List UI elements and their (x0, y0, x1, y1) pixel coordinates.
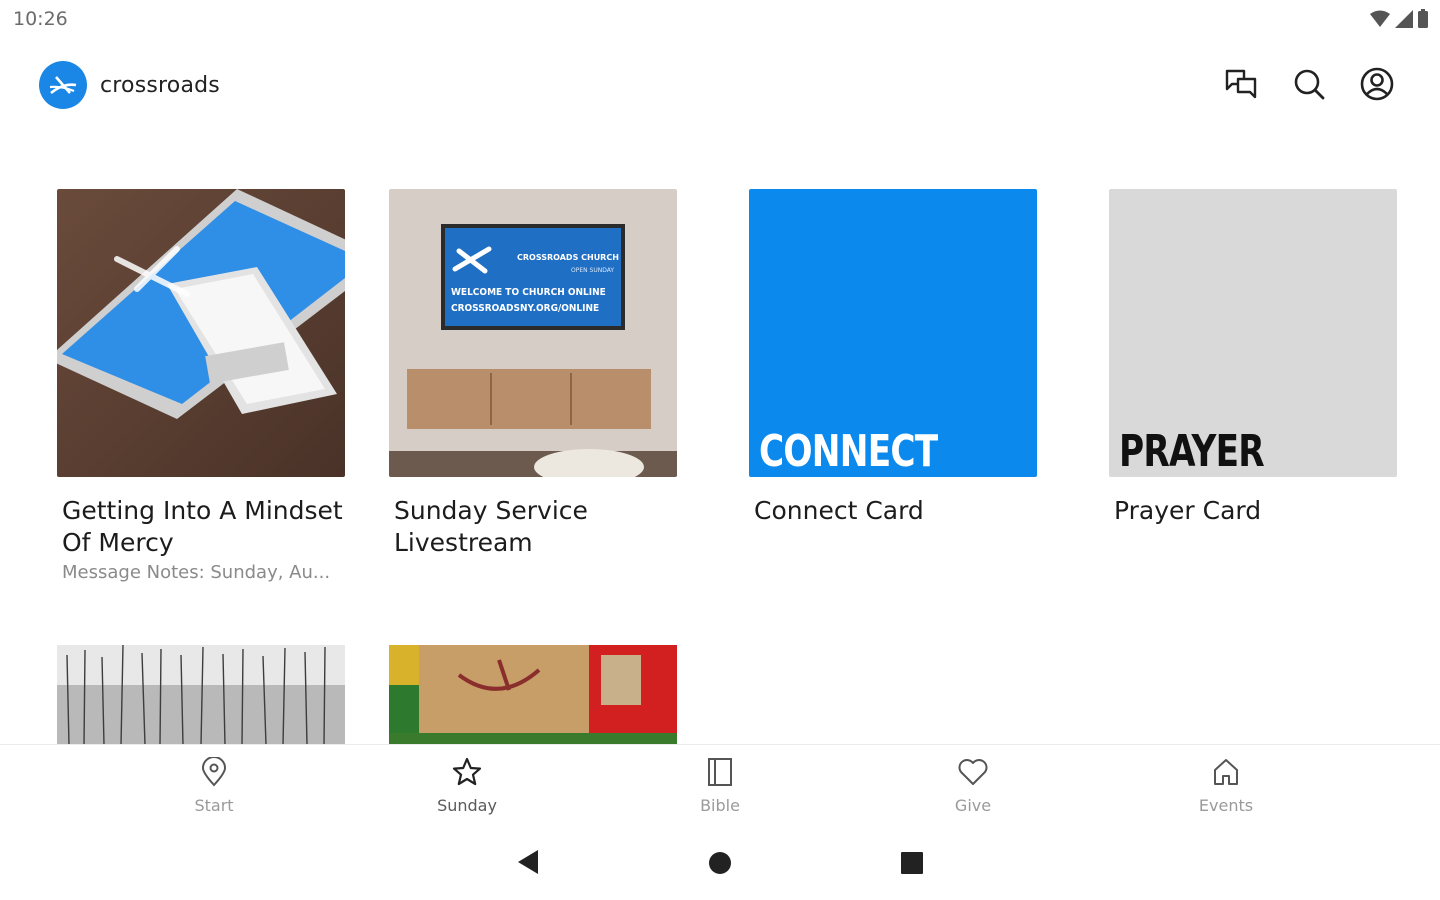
search-button[interactable] (1290, 65, 1328, 103)
bottom-navigation: Start Sunday Bible Give Events (0, 744, 1440, 837)
card-title: Getting Into A Mindset Of Mercy (62, 496, 343, 557)
wooden-blocks-image (389, 645, 677, 745)
card-thumbnail: CROSSROADS CHURCH OPEN SUNDAY WELCOME TO… (389, 189, 677, 477)
crossroads-logo[interactable] (39, 61, 87, 109)
content-card-prayer[interactable]: PRAYER Prayer Card (1109, 189, 1397, 527)
signal-icon (1395, 9, 1413, 28)
battery-icon (1418, 9, 1428, 28)
home-icon (1214, 759, 1238, 785)
star-icon (452, 757, 482, 786)
system-navigation (0, 836, 1440, 900)
livestream-tv-image (389, 224, 677, 477)
book-icon (708, 758, 732, 786)
account-circle-icon (1360, 67, 1394, 101)
tv-brand-text: CROSSROADS CHURCH (517, 253, 619, 262)
content-card-mindset-of-mercy[interactable]: Getting Into A Mindset Of Mercy Message … (57, 189, 345, 583)
nav-tab-bible[interactable]: Bible (660, 757, 780, 815)
card-title: Prayer Card (1114, 496, 1262, 525)
content-card-winter-trees[interactable] (57, 645, 345, 745)
messages-button[interactable] (1222, 65, 1260, 103)
brand-name: crossroads (100, 73, 220, 98)
winter-trees-image (57, 645, 345, 745)
recents-icon[interactable] (901, 852, 923, 874)
nav-label: Give (954, 796, 992, 815)
wifi-icon (1370, 10, 1390, 27)
tv-tagline-text: OPEN SUNDAY (571, 267, 615, 274)
chat-icon (1225, 69, 1257, 99)
nav-label: Sunday (437, 796, 497, 815)
profile-button[interactable] (1358, 65, 1396, 103)
tablet-phone-image (57, 189, 345, 419)
nav-label: Start (194, 796, 234, 815)
map-pin-icon (201, 756, 227, 787)
cover-word: PRAYER (1119, 426, 1265, 477)
status-time: 10:26 (13, 8, 68, 30)
nav-label: Bible (700, 796, 740, 815)
card-thumbnail (57, 189, 345, 477)
status-bar: 10:26 (0, 0, 1440, 38)
nav-tab-sunday[interactable]: Sunday (407, 757, 527, 815)
search-icon (1294, 69, 1325, 100)
card-subtitle: Message Notes: Sunday, Au... (62, 562, 331, 583)
status-icons (1370, 9, 1428, 28)
tv-url-text: CROSSROADSNY.ORG/ONLINE (451, 303, 600, 314)
cover-word: CONNECT (759, 426, 938, 477)
app-header: crossroads (0, 55, 1440, 117)
nav-tab-give[interactable]: Give (913, 757, 1033, 815)
heart-icon (958, 759, 988, 785)
nav-label: Events (1198, 796, 1254, 815)
content-card-connect[interactable]: CONNECT Connect Card (749, 189, 1037, 527)
content-card-blocks[interactable] (389, 645, 677, 745)
nav-tab-start[interactable]: Start (154, 756, 274, 815)
home-circle-icon[interactable] (708, 851, 732, 875)
back-icon[interactable] (516, 848, 540, 876)
card-title: Sunday Service Livestream (394, 496, 588, 557)
card-thumbnail: PRAYER (1109, 189, 1397, 477)
crossroads-logo-icon (49, 76, 77, 95)
header-actions (1222, 65, 1396, 103)
tv-welcome-text: WELCOME TO CHURCH ONLINE (451, 287, 606, 298)
card-title: Connect Card (754, 496, 924, 525)
card-thumbnail: CONNECT (749, 189, 1037, 477)
nav-tab-events[interactable]: Events (1166, 757, 1286, 815)
content-card-sunday-livestream[interactable]: CROSSROADS CHURCH OPEN SUNDAY WELCOME TO… (389, 189, 677, 559)
